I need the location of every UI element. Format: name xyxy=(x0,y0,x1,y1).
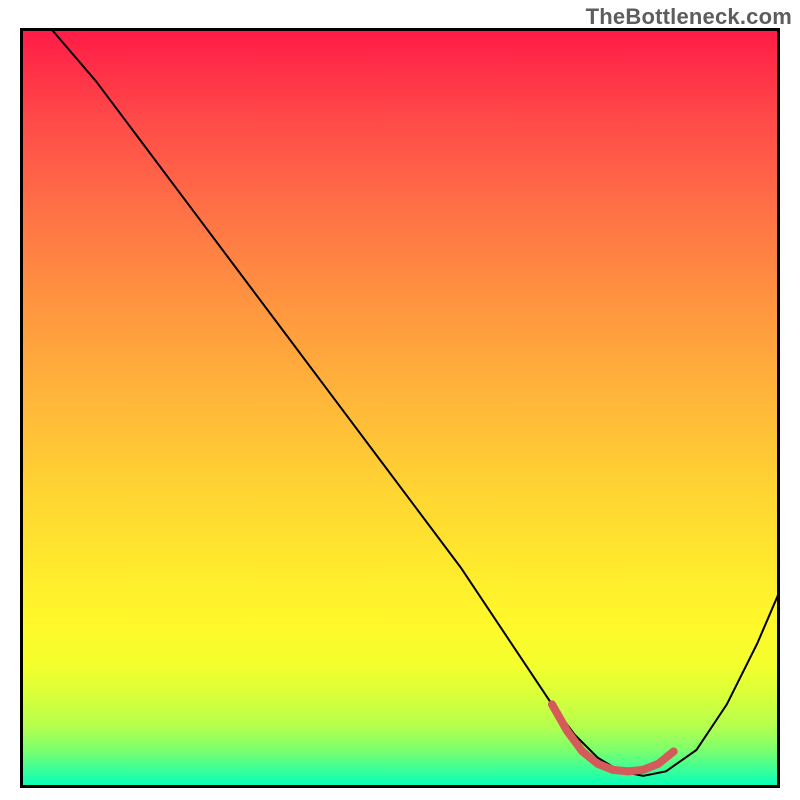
watermark-text: TheBottleneck.com xyxy=(586,4,792,30)
chart-container: TheBottleneck.com xyxy=(0,0,800,800)
plot-frame xyxy=(20,28,780,788)
plot-area xyxy=(20,28,780,788)
